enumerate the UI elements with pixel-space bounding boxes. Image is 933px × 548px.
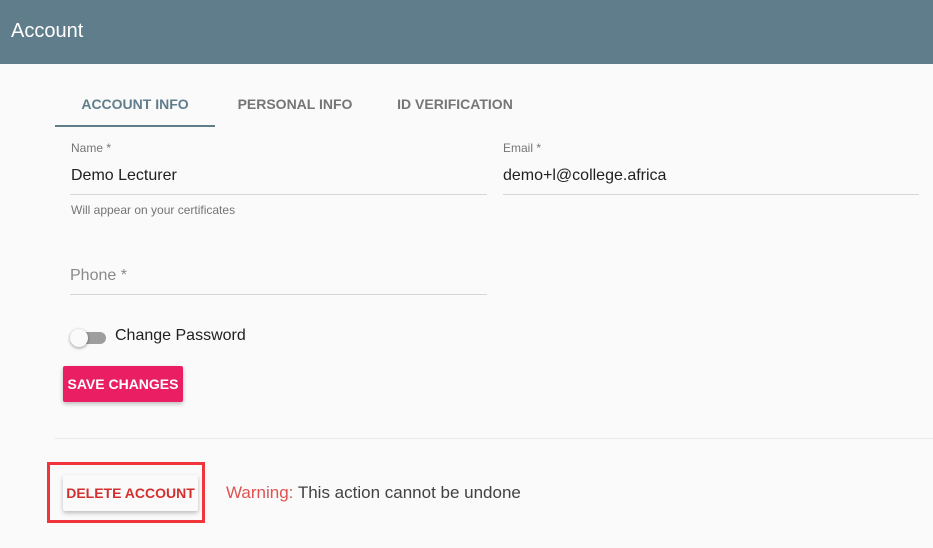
active-tab-indicator [55,125,215,127]
change-password-label[interactable]: Change Password [115,327,246,345]
email-field: Email * [503,141,919,195]
delete-warning: Warning: This action cannot be undone [226,483,521,503]
tab-personal-info[interactable]: PERSONAL INFO [215,80,375,126]
phone-field[interactable]: Phone * [70,267,487,295]
section-divider [55,438,933,439]
app-bar: Account [0,0,933,64]
tab-account-info[interactable]: ACCOUNT INFO [55,80,215,126]
delete-account-button[interactable]: DELETE ACCOUNT [63,475,198,511]
save-changes-button[interactable]: SAVE CHANGES [63,366,183,402]
phone-label: Phone * [70,267,127,284]
name-input[interactable] [71,165,487,187]
change-password-toggle[interactable] [70,328,108,348]
phone-underline [70,294,487,295]
page-title: Account [11,20,84,42]
email-label: Email * [503,141,542,155]
email-input[interactable] [503,165,919,187]
name-field: Name * Will appear on your certificates [70,141,487,217]
tab-id-verification[interactable]: ID VERIFICATION [375,80,535,126]
name-helper-text: Will appear on your certificates [71,203,236,217]
name-underline [70,194,487,195]
toggle-thumb [70,329,88,347]
email-underline [503,194,919,195]
warning-text: This action cannot be undone [293,483,521,502]
name-label: Name * [71,141,112,155]
warning-prefix: Warning: [226,483,294,502]
